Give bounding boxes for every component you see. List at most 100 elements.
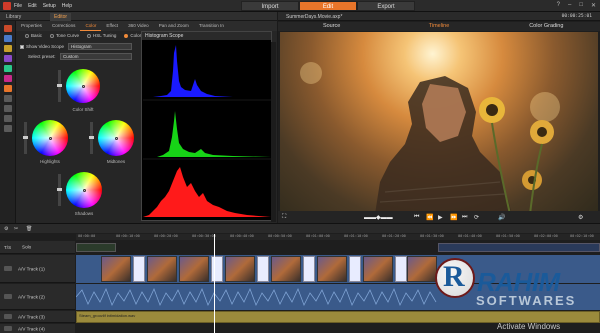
tab-pan-zoom[interactable]: Pan and Zoom xyxy=(154,21,194,31)
mask-icon[interactable] xyxy=(4,125,12,132)
titles-icon[interactable] xyxy=(4,65,12,72)
maximize-icon[interactable]: □ xyxy=(579,2,583,9)
track-header[interactable]: A/V Track (3) xyxy=(0,311,75,323)
close-icon[interactable]: ✕ xyxy=(591,2,596,9)
tab-timeline[interactable]: Timeline xyxy=(385,22,492,31)
text-icon[interactable] xyxy=(4,95,12,102)
midtones-wheel[interactable] xyxy=(98,120,134,156)
video-clip[interactable] xyxy=(179,256,209,282)
title-clip[interactable] xyxy=(76,243,116,252)
go-end-icon[interactable]: ⏭ xyxy=(462,214,467,221)
scissors-icon[interactable]: ✂ xyxy=(14,226,18,232)
fx-icon[interactable] xyxy=(4,115,12,122)
color-shift-wheel[interactable] xyxy=(66,69,100,103)
go-start-icon[interactable]: ⏮ xyxy=(414,214,419,221)
transition-clip[interactable] xyxy=(349,256,361,282)
color-wheel-panel: Show Video Scope Histogram Select preset… xyxy=(18,42,136,222)
menu-edit[interactable]: Edit xyxy=(28,3,37,9)
tab-basic[interactable]: Basic xyxy=(22,31,45,40)
transition-clip[interactable] xyxy=(395,256,407,282)
app-logo-icon xyxy=(3,2,11,10)
playhead[interactable] xyxy=(214,234,215,333)
settings-icon[interactable]: ⚙ xyxy=(4,226,8,232)
highlights-slider[interactable] xyxy=(23,122,28,154)
track-header[interactable]: A/V Track (1) xyxy=(0,255,75,283)
tab-library[interactable]: Library xyxy=(2,13,25,21)
menu-file[interactable]: File xyxy=(14,3,22,9)
midtones-slider[interactable] xyxy=(89,122,94,154)
transition-clip[interactable] xyxy=(133,256,145,282)
help-icon[interactable]: ? xyxy=(557,2,560,9)
shuttle-slider[interactable]: ▬▬◆▬▬ xyxy=(364,214,393,221)
wheel-handle[interactable] xyxy=(48,136,52,140)
slider-knob[interactable] xyxy=(57,84,62,87)
video-clip[interactable] xyxy=(225,256,255,282)
tab-source[interactable]: Source xyxy=(278,22,385,31)
trash-icon[interactable]: 🗑 xyxy=(26,226,32,232)
timeline-ruler[interactable]: 00:00:00 00:00:10:00 00:00:20:00 00:00:3… xyxy=(76,234,600,240)
panel-scrollbar[interactable] xyxy=(271,42,276,222)
tab-360-video[interactable]: 360 Video xyxy=(123,21,154,31)
color-shift-slider[interactable] xyxy=(57,70,62,102)
effects-icon[interactable] xyxy=(4,55,12,62)
video-clip[interactable] xyxy=(363,256,393,282)
audio-icon[interactable] xyxy=(4,105,12,112)
step-forward-icon[interactable]: ⏩ xyxy=(450,214,457,221)
settings-icon[interactable]: ⚙ xyxy=(578,214,583,221)
slider-knob[interactable] xyxy=(23,136,28,139)
shadows-slider[interactable] xyxy=(57,174,62,206)
tab-corrections[interactable]: Corrections xyxy=(47,21,81,31)
music-icon[interactable] xyxy=(4,85,12,92)
track-header[interactable]: T/S Solo xyxy=(0,241,75,254)
tab-properties[interactable]: Properties xyxy=(16,21,47,31)
media-icon[interactable] xyxy=(4,25,12,32)
track-header[interactable]: A/V Track (4) xyxy=(0,324,75,333)
tab-edit[interactable]: Edit xyxy=(299,1,357,11)
transitions-icon[interactable] xyxy=(4,45,12,52)
overlay-clip[interactable] xyxy=(438,243,600,252)
scope-select[interactable]: Histogram xyxy=(68,43,132,50)
tab-hsl-tuning[interactable]: HSL Tuning xyxy=(84,31,119,40)
volume-icon[interactable]: 🔊 xyxy=(498,214,505,221)
minimize-icon[interactable]: – xyxy=(568,2,571,9)
wheel-handle[interactable] xyxy=(81,84,85,88)
video-clip[interactable] xyxy=(407,256,437,282)
preset-select[interactable]: Custom xyxy=(60,53,132,60)
video-clip[interactable] xyxy=(147,256,177,282)
video-clip[interactable] xyxy=(271,256,301,282)
transition-clip[interactable] xyxy=(257,256,269,282)
shadows-wheel[interactable] xyxy=(66,172,102,208)
timeline-toolbar: ⚙ ✂ 🗑 xyxy=(0,224,600,233)
histogram-blue xyxy=(143,45,271,97)
tab-export[interactable]: Export xyxy=(357,1,415,11)
video-preview[interactable] xyxy=(280,32,598,214)
fullscreen-icon[interactable]: ⛶ xyxy=(282,214,286,221)
slider-knob[interactable] xyxy=(89,136,94,139)
wheel-handle[interactable] xyxy=(82,188,86,192)
transition-clip[interactable] xyxy=(211,256,223,282)
tab-transition-in[interactable]: Transition In xyxy=(194,21,229,31)
loop-icon[interactable]: ⟳ xyxy=(474,214,479,221)
tab-color-grading[interactable]: Color Grading xyxy=(493,22,600,31)
track-header[interactable]: A/V Track (2) xyxy=(0,284,75,310)
tab-editor[interactable]: Editor xyxy=(50,13,72,21)
step-back-icon[interactable]: ⏪ xyxy=(426,214,433,221)
tab-tone-curve[interactable]: Tone Curve xyxy=(47,31,82,40)
tab-effect[interactable]: Effect xyxy=(101,21,123,31)
wheel-handle[interactable] xyxy=(114,136,118,140)
video-clip[interactable] xyxy=(317,256,347,282)
highlights-wheel[interactable] xyxy=(32,120,68,156)
montage-icon[interactable] xyxy=(4,75,12,82)
tab-color[interactable]: Color xyxy=(80,21,102,31)
instant-project-icon[interactable] xyxy=(4,35,12,42)
transition-clip[interactable] xyxy=(303,256,315,282)
ruler-tick-label: 00:01:00:00 xyxy=(306,234,330,238)
checkbox-icon[interactable] xyxy=(20,44,24,49)
tab-import[interactable]: Import xyxy=(241,1,299,11)
play-icon[interactable]: ▶ xyxy=(438,214,443,221)
menu-setup[interactable]: Setup xyxy=(43,3,56,9)
show-scope-option[interactable]: Show Video Scope xyxy=(20,44,64,49)
video-clip[interactable] xyxy=(101,256,131,282)
menu-help[interactable]: Help xyxy=(62,3,72,9)
slider-knob[interactable] xyxy=(57,188,62,191)
